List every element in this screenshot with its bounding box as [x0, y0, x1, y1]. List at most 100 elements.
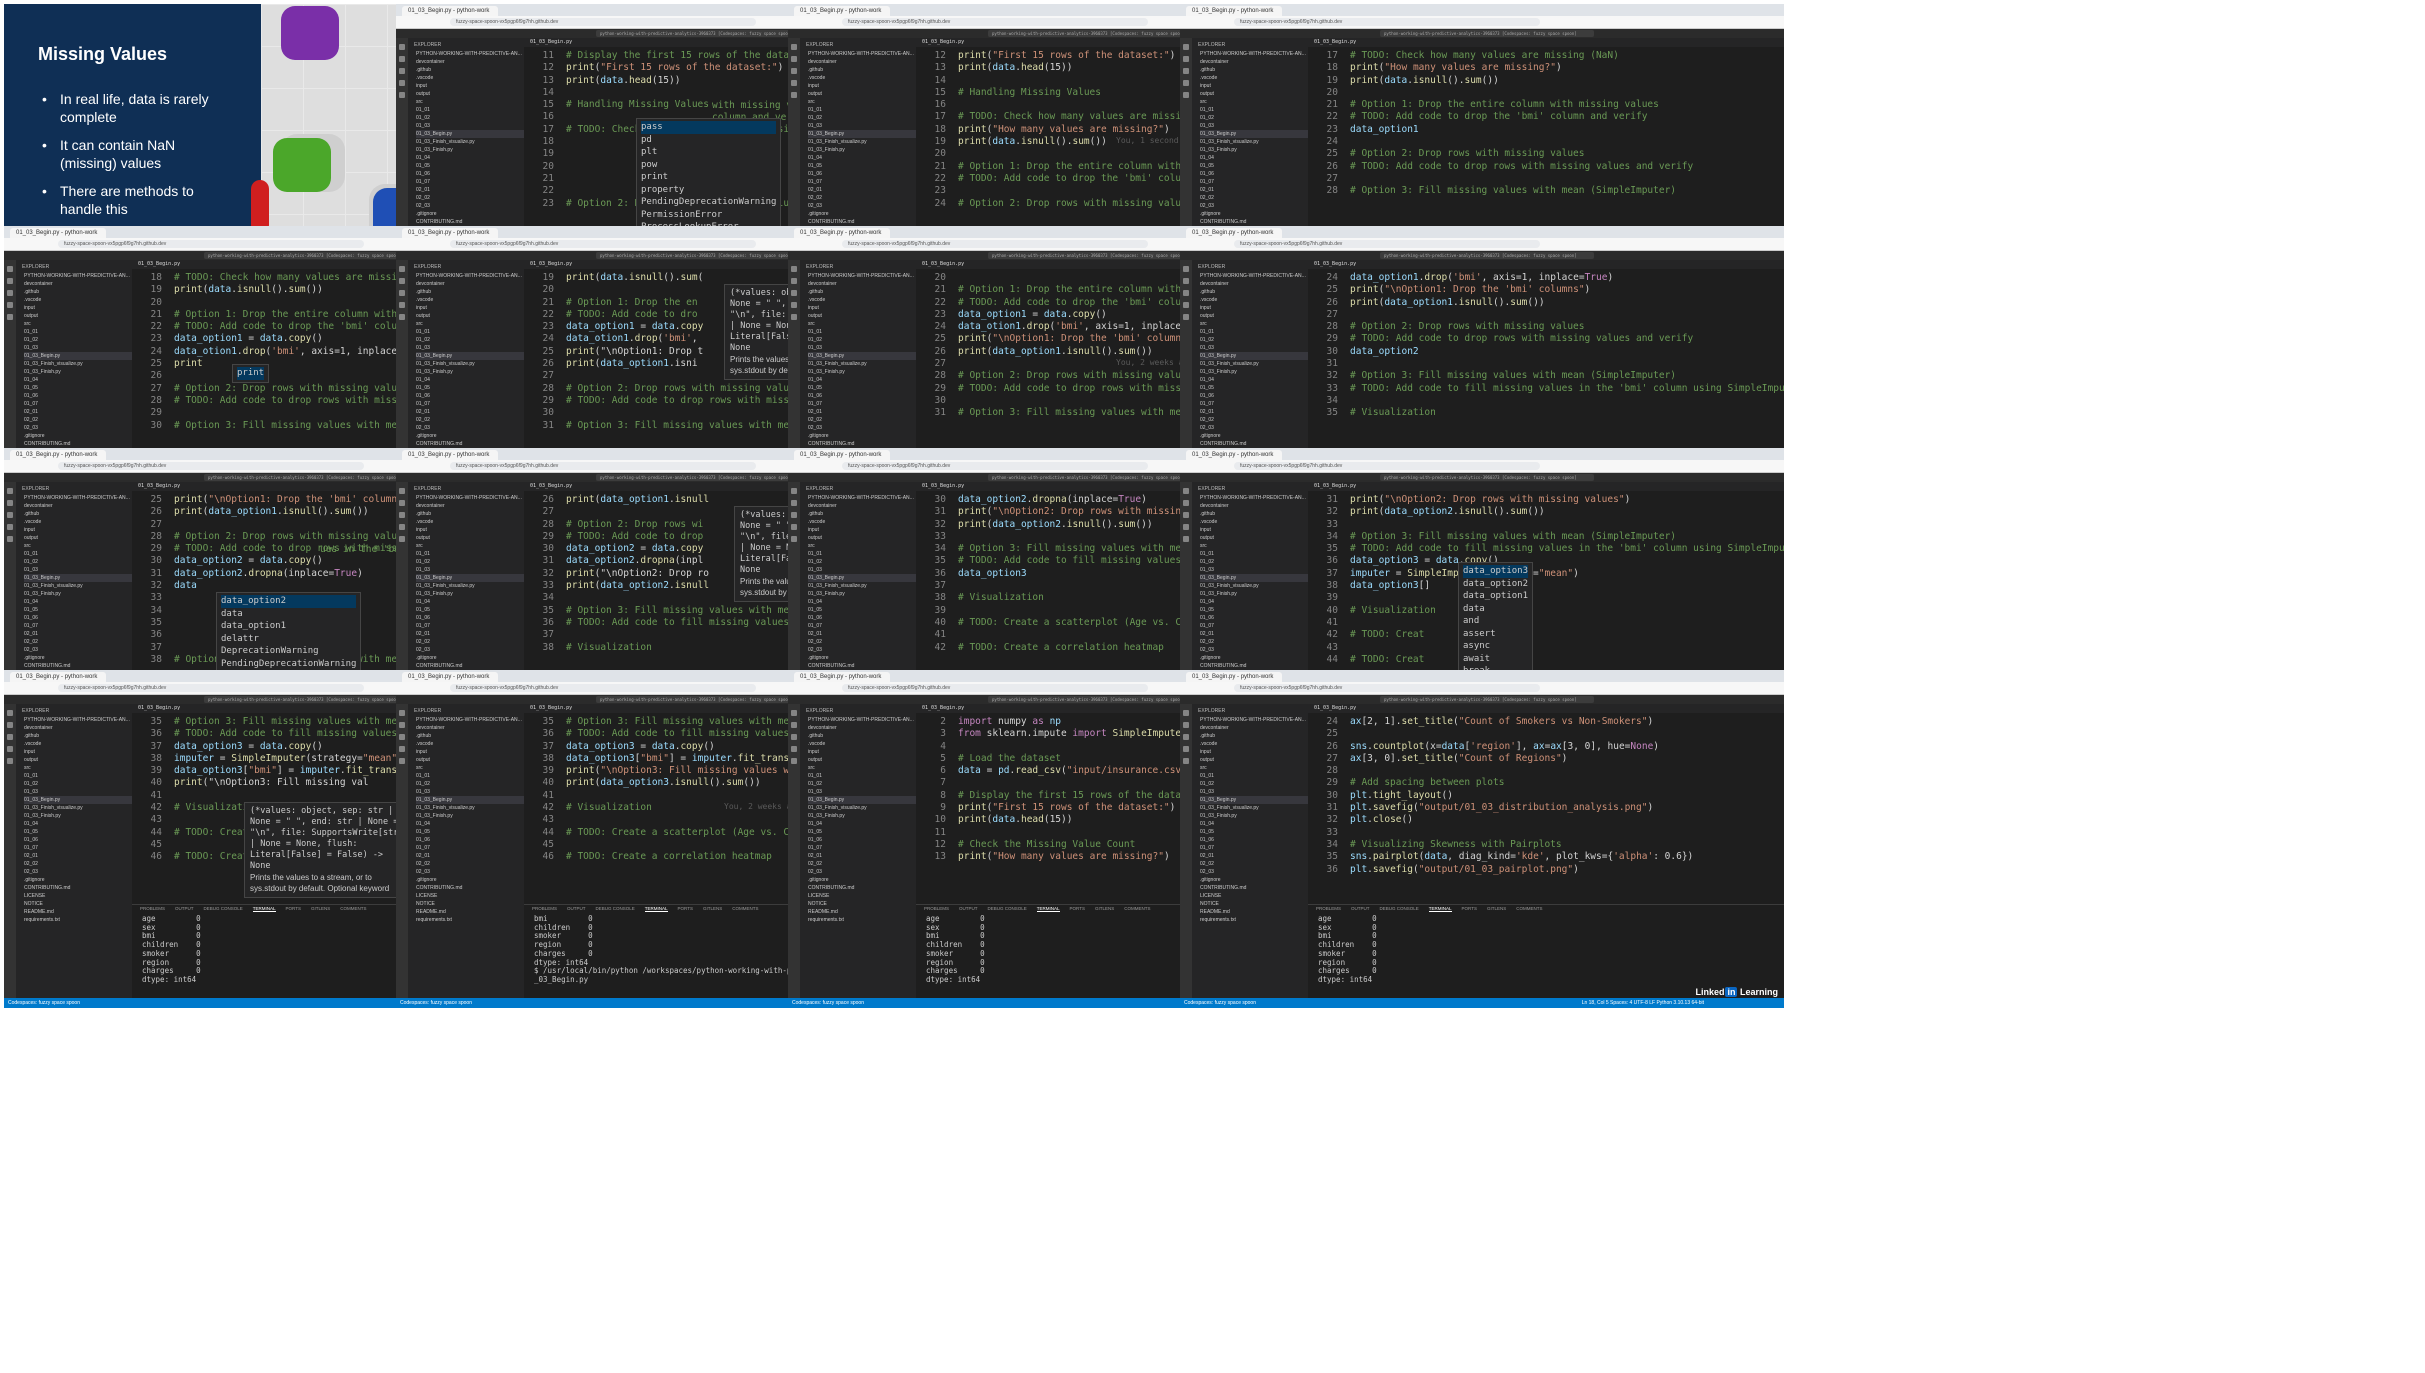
explorer-item[interactable]: CONTRIBUTING.md	[1200, 440, 1308, 448]
explorer-item[interactable]: .vscode	[24, 518, 132, 526]
source-control-icon[interactable]	[791, 512, 797, 518]
search-icon[interactable]	[399, 500, 405, 506]
panel-tab[interactable]: COMMENTS	[1124, 906, 1150, 911]
autocomplete-popup[interactable]: print	[232, 364, 270, 383]
explorer-item[interactable]: 01_07	[416, 844, 524, 852]
explorer-item[interactable]: 02_01	[1200, 408, 1308, 416]
browser-tab[interactable]: 01_03_Begin.py - python-work	[794, 450, 890, 460]
explorer-item[interactable]: .gitignore	[1200, 876, 1308, 884]
explorer-item[interactable]: NOTICE	[1200, 900, 1308, 908]
explorer-item[interactable]: 01_06	[808, 614, 916, 622]
explorer-item[interactable]: 01_01	[1200, 328, 1308, 336]
command-center[interactable]: python-working-with-predictive-analytics…	[596, 696, 810, 703]
explorer-item[interactable]: CONTRIBUTING.md	[416, 440, 524, 448]
explorer-item[interactable]: 01_03	[416, 566, 524, 574]
explorer-item[interactable]: .vscode	[808, 518, 916, 526]
url-field[interactable]: fuzzy-space-spoon-vx5pgp6f9g7hh.github.d…	[1234, 462, 1540, 470]
explorer-item[interactable]: 02_01	[808, 630, 916, 638]
panel-tab[interactable]: PROBLEMS	[140, 906, 165, 911]
browser-tab[interactable]: 01_03_Begin.py - python-work	[10, 672, 106, 682]
explorer-item[interactable]: 01_03_Finish_visualize.py	[1200, 804, 1308, 812]
explorer-item[interactable]: 01_02	[24, 780, 132, 788]
browser-tab[interactable]: 01_03_Begin.py - python-work	[10, 228, 106, 238]
browser-tab[interactable]: 01_03_Begin.py - python-work	[1186, 450, 1282, 460]
command-center[interactable]: python-working-with-predictive-analytics…	[204, 252, 418, 259]
explorer-item[interactable]: .github	[808, 732, 916, 740]
explorer-item[interactable]: 01_05	[808, 384, 916, 392]
remote-indicator[interactable]: Codespaces: fuzzy space spoon	[1184, 998, 1256, 1008]
browser-tab[interactable]: 01_03_Begin.py - python-work	[10, 450, 106, 460]
explorer-item[interactable]: src	[808, 320, 916, 328]
explorer-item[interactable]: CONTRIBUTING.md	[808, 884, 916, 892]
autocomplete-item[interactable]: pass	[641, 121, 777, 134]
panel-tab[interactable]: OUTPUT	[1351, 906, 1370, 911]
run-debug-icon[interactable]	[399, 302, 405, 308]
explorer-item[interactable]: 01_04	[24, 598, 132, 606]
explorer-item[interactable]: .vscode	[808, 74, 916, 82]
explorer-item[interactable]: CONTRIBUTING.md	[24, 662, 132, 670]
code-line[interactable]: 29 # Add spacing between plots	[1308, 777, 1784, 789]
code-line[interactable]: 37imputer = SimpleImputer(strategy="mean…	[1308, 568, 1784, 580]
code-line[interactable]: 21 # Option 1: Drop the entire column wit…	[1308, 99, 1784, 111]
code-line[interactable]: 20	[1308, 87, 1784, 99]
extensions-icon[interactable]	[399, 314, 405, 320]
explorer-item[interactable]: 02_01	[416, 186, 524, 194]
panel-tab[interactable]: TERMINAL	[252, 906, 276, 912]
explorer-item[interactable]: CONTRIBUTING.md	[808, 218, 916, 226]
extensions-icon[interactable]	[791, 536, 797, 542]
search-icon[interactable]	[7, 278, 13, 284]
explorer-item[interactable]: 01_02	[416, 558, 524, 566]
url-field[interactable]: fuzzy-space-spoon-vx5pgp6f9g7hh.github.d…	[450, 240, 756, 248]
panel-tab[interactable]: TERMINAL	[644, 906, 668, 912]
explorer-item[interactable]: output	[808, 534, 916, 542]
explorer-item[interactable]: 01_03_Finish.py	[416, 812, 524, 820]
panel-tab[interactable]: GITLENS	[1487, 906, 1506, 911]
explorer-item[interactable]: 01_03_Finish_visualize.py	[808, 804, 916, 812]
code-line[interactable]: 31 plt.savefig("output/01_03_distribution…	[1308, 802, 1784, 814]
explorer-item[interactable]: 01_05	[24, 606, 132, 614]
search-icon[interactable]	[399, 722, 405, 728]
explorer-item[interactable]: 01_02	[416, 336, 524, 344]
code-line[interactable]: 24	[1308, 136, 1784, 148]
explorer-item[interactable]: 02_03	[416, 868, 524, 876]
code-line[interactable]: 35 # Visualization	[1308, 407, 1784, 419]
explorer-item[interactable]: 02_02	[24, 416, 132, 424]
code-line[interactable]: 22 # TODO: Add code to drop the 'bmi' col…	[1308, 111, 1784, 123]
extensions-icon[interactable]	[399, 92, 405, 98]
explorer-item[interactable]: src	[1200, 320, 1308, 328]
explorer-item[interactable]: src	[24, 764, 132, 772]
explorer-item[interactable]: .github	[1200, 288, 1308, 296]
run-debug-icon[interactable]	[1183, 302, 1189, 308]
url-field[interactable]: fuzzy-space-spoon-vx5pgp6f9g7hh.github.d…	[1234, 684, 1540, 692]
explorer-item[interactable]: devcontainer	[416, 58, 524, 66]
extensions-icon[interactable]	[7, 758, 13, 764]
explorer-item[interactable]: src	[1200, 98, 1308, 106]
url-field[interactable]: fuzzy-space-spoon-vx5pgp6f9g7hh.github.d…	[842, 18, 1148, 26]
explorer-icon[interactable]	[7, 266, 13, 272]
explorer-item[interactable]: 01_01	[416, 106, 524, 114]
code-area[interactable]: 31 print("\nOption2: Drop rows with missi…	[1308, 494, 1784, 666]
explorer-item[interactable]: input	[416, 526, 524, 534]
explorer-item[interactable]: 01_04	[416, 154, 524, 162]
explorer-item[interactable]: PYTHON-WORKING-WITH-PREDICTIVE-AN...	[808, 50, 916, 58]
code-line[interactable]: 34 # Visualizing Skewness with Pairplots	[1308, 839, 1784, 851]
explorer-item[interactable]: 01_02	[416, 114, 524, 122]
explorer-item[interactable]: 02_03	[416, 424, 524, 432]
source-control-icon[interactable]	[399, 290, 405, 296]
explorer-item[interactable]: 02_03	[24, 868, 132, 876]
extensions-icon[interactable]	[7, 314, 13, 320]
explorer-item[interactable]: 02_03	[24, 424, 132, 432]
explorer-item[interactable]: devcontainer	[1200, 724, 1308, 732]
explorer-item[interactable]: 01_03_Finish_visualize.py	[24, 804, 132, 812]
panel-tab[interactable]: DEBUG CONSOLE	[1380, 906, 1419, 911]
search-icon[interactable]	[1183, 56, 1189, 62]
explorer-item[interactable]: 01_04	[416, 598, 524, 606]
explorer-item[interactable]: 01_02	[1200, 336, 1308, 344]
run-debug-icon[interactable]	[791, 80, 797, 86]
explorer-item[interactable]: 01_03_Finish.py	[24, 368, 132, 376]
source-control-icon[interactable]	[7, 512, 13, 518]
explorer-item[interactable]: 01_03_Begin.py	[24, 796, 132, 804]
explorer-item[interactable]: 01_04	[1200, 154, 1308, 162]
explorer-item[interactable]: devcontainer	[24, 280, 132, 288]
autocomplete-item[interactable]: and	[1463, 615, 1528, 628]
